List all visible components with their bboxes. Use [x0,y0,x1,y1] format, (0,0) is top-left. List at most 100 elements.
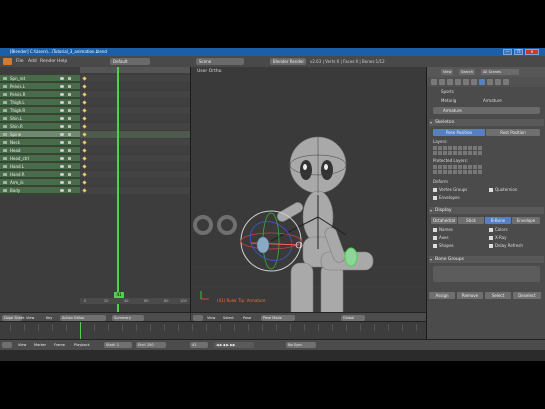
channel-row[interactable]: Pelvis.L [0,83,80,90]
bone-tab-icon[interactable] [487,79,493,85]
blender-logo-icon[interactable] [3,58,12,65]
bone-layers-grid[interactable] [433,146,482,150]
lock-icon[interactable] [68,77,71,80]
keyframe-row[interactable] [80,99,190,106]
keyframe-icon[interactable] [82,100,87,105]
skeleton-panel-header[interactable]: Skeleton [429,119,544,126]
timeline-ruler[interactable] [0,324,426,332]
tab-search[interactable]: Search [459,69,476,75]
armature-data-tab-icon[interactable] [479,79,485,85]
keyframe-row[interactable] [80,187,190,194]
lock-icon[interactable] [68,157,71,160]
channel-row[interactable]: Thigh.L [0,99,80,106]
keyframe-row[interactable] [80,83,190,90]
display-mode-bbone[interactable]: B-Bone [485,217,511,224]
tab-view[interactable]: View [441,69,454,75]
keyframe-row[interactable] [80,131,190,138]
dopesheet-editor[interactable]: Spn_rot Pelvis.L Pelvis.R Thigh.L Thigh.R Shi… [0,67,191,312]
display-mode-stick[interactable]: Stick [458,217,484,224]
timeline-marker-menu[interactable]: Marker [32,342,48,348]
channel-row[interactable]: Thigh.R [0,107,80,114]
names-checkbox[interactable]: Names [433,227,453,232]
menu-file[interactable]: File [16,58,24,65]
pose-position-button[interactable]: Pose Position [433,129,485,136]
properties-editor[interactable]: View Search All Scenes Sports Metarig Ar… [426,67,545,339]
world-tab-icon[interactable] [447,79,453,85]
visibility-eye-icon[interactable] [60,165,64,168]
keyframe-icon[interactable] [82,180,87,185]
timeline-frame-menu[interactable]: Frame [52,342,67,348]
rest-position-button[interactable]: Rest Position [486,129,540,136]
visibility-eye-icon[interactable] [60,189,64,192]
select-button[interactable]: Select [485,292,511,299]
minimize-button[interactable]: — [503,49,512,55]
menu-help[interactable]: Help [57,58,67,65]
keyframe-icon[interactable] [82,92,87,97]
channel-row[interactable]: Arm_ik [0,179,80,186]
keyframe-icon[interactable] [82,164,87,169]
keyframe-icon[interactable] [82,76,87,81]
shapes-checkbox[interactable]: Shapes [433,243,454,248]
channel-row[interactable]: Body [0,187,80,194]
visibility-eye-icon[interactable] [60,117,64,120]
axes-checkbox[interactable]: Axes [433,235,449,240]
lock-icon[interactable] [68,141,71,144]
texture-tab-icon[interactable] [503,79,509,85]
visibility-eye-icon[interactable] [60,93,64,96]
lock-icon[interactable] [68,189,71,192]
channel-row[interactable]: Head_ctrl [0,155,80,162]
lock-icon[interactable] [68,85,71,88]
protected-layers-grid[interactable] [433,165,482,169]
keyframe-row[interactable] [80,171,190,178]
tab-all-scenes[interactable]: All Scenes [481,69,519,75]
visibility-eye-icon[interactable] [60,157,64,160]
timeline-view-menu[interactable]: View [16,342,28,348]
sync-mode-select[interactable]: No Sync [286,342,316,348]
character-model[interactable] [191,67,426,312]
lock-icon[interactable] [68,173,71,176]
keyframe-icon[interactable] [82,116,87,121]
display-mode-octahedral[interactable]: Octahedral [431,217,457,224]
scene-tab-icon[interactable] [439,79,445,85]
channel-row[interactable]: Head [0,147,80,154]
dopesheet-playhead[interactable] [117,67,119,312]
keyframe-icon[interactable] [82,84,87,89]
remove-button[interactable]: Remove [457,292,483,299]
timeline-playhead[interactable] [80,322,81,340]
keyframe-row[interactable] [80,115,190,122]
dopesheet-frame-ruler[interactable]: 0 20 40 60 80 100 [80,298,190,304]
keyframe-row[interactable] [80,139,190,146]
lock-icon[interactable] [68,181,71,184]
keyframe-icon[interactable] [82,140,87,145]
keyframe-icon[interactable] [82,124,87,129]
visibility-eye-icon[interactable] [60,101,64,104]
screen-layout-select[interactable]: Default [110,58,150,65]
visibility-eye-icon[interactable] [60,141,64,144]
dopesheet-ruler[interactable] [80,67,190,73]
lock-icon[interactable] [68,93,71,96]
render-engine-select[interactable]: Blender Render [270,58,306,65]
3d-viewport[interactable]: User Ortho (41) Ruler Tip: Armature [191,67,426,312]
chain-object[interactable] [193,215,237,235]
modifiers-tab-icon[interactable] [471,79,477,85]
keyframe-row[interactable] [80,179,190,186]
hand-mesh[interactable] [256,236,270,254]
visibility-eye-icon[interactable] [60,77,64,80]
visibility-eye-icon[interactable] [60,149,64,152]
keyframe-icon[interactable] [82,188,87,193]
keyframe-row[interactable] [80,75,190,82]
channel-row[interactable]: Spine [0,131,80,138]
visibility-eye-icon[interactable] [60,109,64,112]
playback-controls[interactable]: ◀◀ ◀ ▶ ▶▶ [214,342,254,348]
keyframe-row[interactable] [80,123,190,130]
keyframe-row[interactable] [80,147,190,154]
render-tab-icon[interactable] [431,79,437,85]
armature-datablock-select[interactable]: Armature [433,107,540,114]
bone-constraint-tab-icon[interactable] [495,79,501,85]
editor-type-button[interactable] [2,342,12,348]
vertex-groups-checkbox[interactable]: Vertex Groups [433,187,467,192]
keyframe-row[interactable] [80,155,190,162]
visibility-eye-icon[interactable] [60,173,64,176]
channel-row[interactable]: Neck [0,139,80,146]
visibility-eye-icon[interactable] [60,181,64,184]
